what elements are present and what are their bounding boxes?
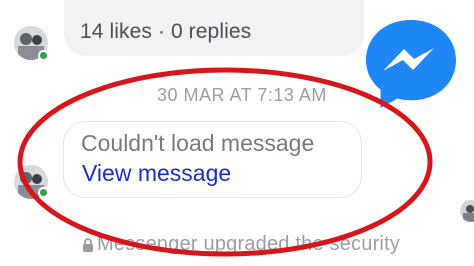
messenger-logo-icon <box>366 20 456 108</box>
online-status-dot <box>38 50 49 61</box>
lock-icon <box>83 238 93 252</box>
security-notice-text: Messenger upgraded the security <box>97 233 401 255</box>
message-status-text: Couldn't load message <box>81 130 315 156</box>
online-status-dot <box>38 187 49 198</box>
avatar[interactable] <box>460 200 474 222</box>
message-timestamp: 30 MAR AT 7:13 AM <box>157 85 327 105</box>
view-message-link[interactable]: View message <box>82 160 231 187</box>
reactions-summary[interactable]: 14 likes · 0 replies <box>80 20 251 44</box>
